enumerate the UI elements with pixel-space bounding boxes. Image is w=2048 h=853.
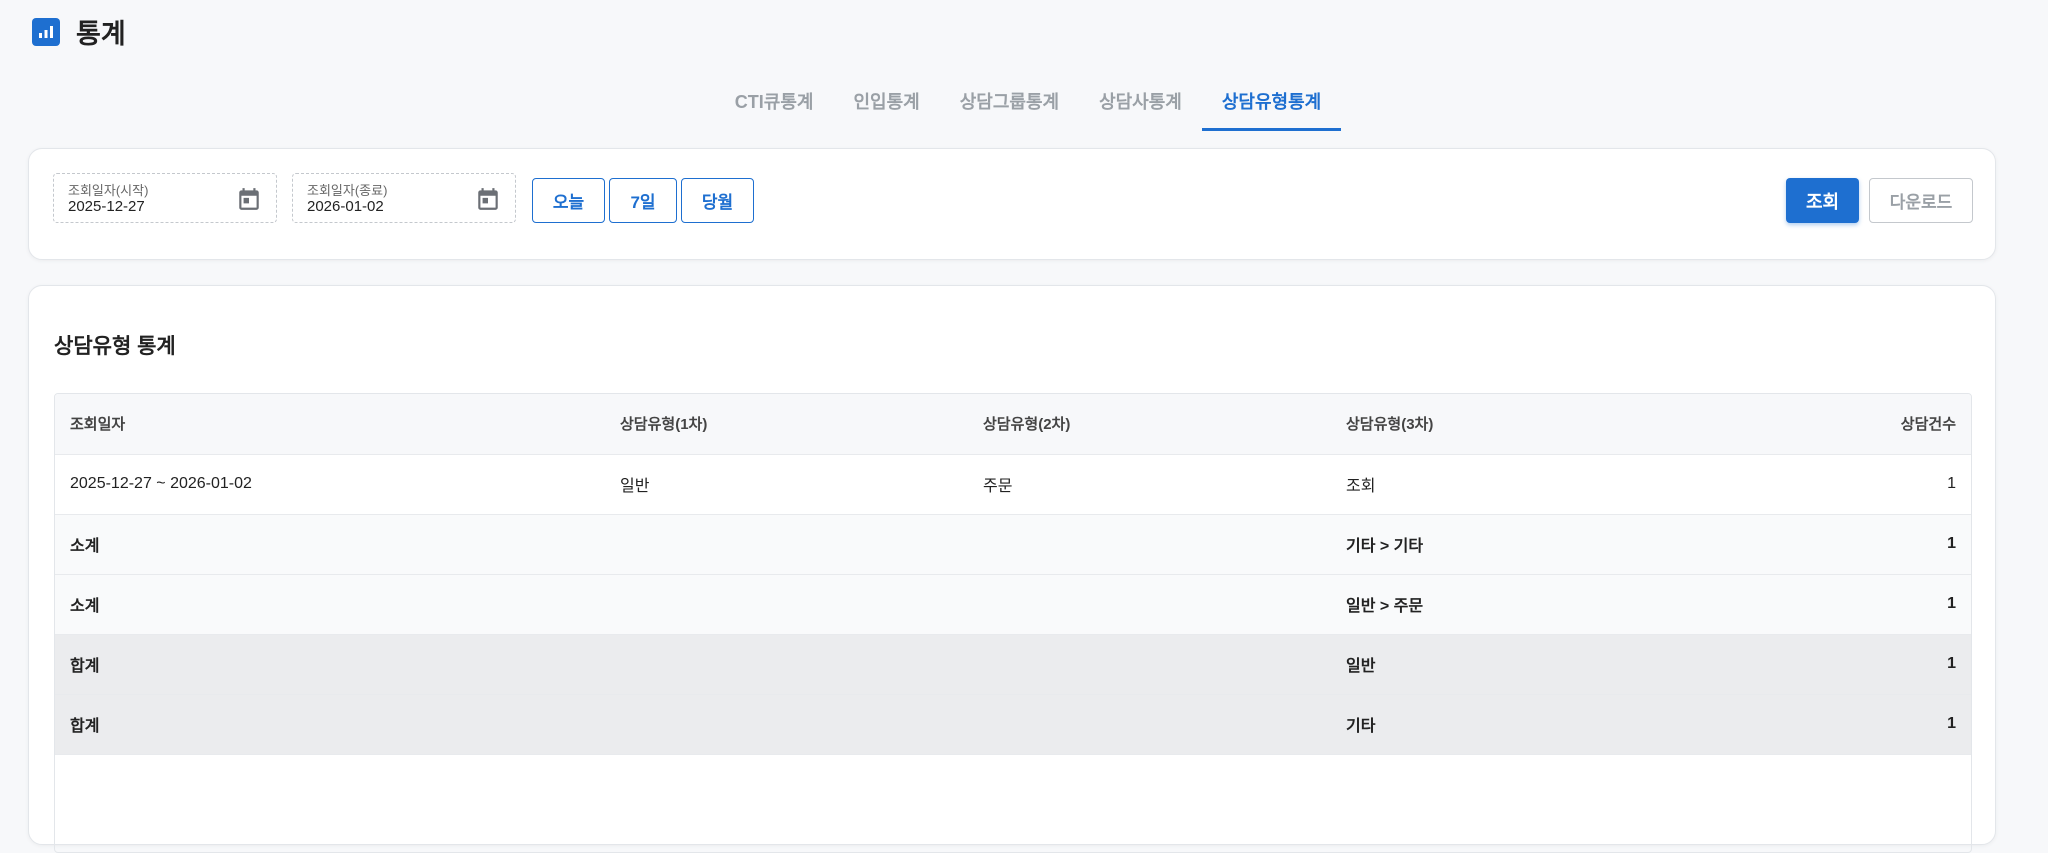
column-header[interactable]: 상담건수 — [1694, 394, 1971, 455]
subtotal-row[interactable]: 소계 기타 > 기타 1 — [55, 514, 1971, 575]
stats-table: 조회일자 상담유형(1차) 상담유형(2차) 상담유형(3차) 상담건수 202… — [55, 394, 1971, 755]
table-cell: 2025-12-27 ~ 2026-01-02 — [55, 454, 605, 515]
bar-chart-icon — [32, 17, 60, 46]
table-cell: 일반 — [1331, 634, 1694, 695]
stats-table-container: 조회일자 상담유형(1차) 상담유형(2차) 상담유형(3차) 상담건수 202… — [54, 393, 1972, 853]
calendar-icon[interactable] — [236, 186, 262, 212]
tab-cti-queue[interactable]: CTI큐통계 — [715, 78, 834, 131]
end-date-label: 조회일자(종료) — [307, 183, 388, 198]
table-cell: 일반 > 주문 — [1331, 574, 1694, 635]
table-cell: 합계 — [55, 694, 605, 755]
table-cell: 조회 — [1331, 454, 1694, 515]
seven-days-button[interactable]: 7일 — [609, 178, 677, 223]
page-title: 통계 — [76, 19, 126, 49]
column-header[interactable]: 조회일자 — [55, 394, 605, 455]
tab-agent[interactable]: 상담사통계 — [1079, 78, 1202, 131]
today-button[interactable]: 오늘 — [532, 178, 605, 223]
table-cell — [968, 514, 1331, 575]
column-header[interactable]: 상담유형(3차) — [1331, 394, 1694, 455]
table-cell — [605, 514, 968, 575]
end-date-input[interactable] — [307, 198, 457, 215]
page-header: 통계 — [32, 12, 126, 51]
table-row[interactable]: 2025-12-27 ~ 2026-01-02 일반 주문 조회 1 — [55, 454, 1971, 515]
column-header[interactable]: 상담유형(2차) — [968, 394, 1331, 455]
start-date-field[interactable]: 조회일자(시작) — [53, 173, 277, 223]
table-cell: 기타 > 기타 — [1331, 514, 1694, 575]
start-date-input[interactable] — [68, 198, 218, 215]
section-title: 상담유형 통계 — [54, 335, 176, 358]
tab-bar: CTI큐통계 인입통계 상담그룹통계 상담사통계 상담유형통계 — [0, 78, 2048, 131]
table-cell: 합계 — [55, 634, 605, 695]
subtotal-row[interactable]: 소계 일반 > 주문 1 — [55, 574, 1971, 635]
table-header-row: 조회일자 상담유형(1차) 상담유형(2차) 상담유형(3차) 상담건수 — [55, 394, 1971, 455]
result-panel: 상담유형 통계 조회일자 상담유형(1차) 상담유형(2차) 상담유형(3차) … — [28, 285, 1996, 853]
total-row[interactable]: 합계 기타 1 — [55, 694, 1971, 755]
total-row[interactable]: 합계 일반 1 — [55, 634, 1971, 695]
start-date-label: 조회일자(시작) — [68, 183, 149, 198]
table-cell — [968, 574, 1331, 635]
table-cell: 1 — [1694, 574, 1971, 635]
table-cell: 1 — [1694, 514, 1971, 575]
column-header[interactable]: 상담유형(1차) — [605, 394, 968, 455]
download-button[interactable]: 다운로드 — [1869, 178, 1973, 223]
table-cell: 1 — [1694, 454, 1971, 515]
table-cell — [968, 634, 1331, 695]
table-cell — [605, 694, 968, 755]
search-button[interactable]: 조회 — [1786, 178, 1859, 223]
tab-consult-type[interactable]: 상담유형통계 — [1201, 78, 1342, 131]
calendar-icon[interactable] — [475, 186, 501, 212]
table-cell: 기타 — [1331, 694, 1694, 755]
table-cell: 소계 — [55, 574, 605, 635]
table-cell: 소계 — [55, 514, 605, 575]
table-cell: 일반 — [605, 454, 968, 515]
table-cell — [605, 574, 968, 635]
tab-group[interactable]: 상담그룹통계 — [940, 78, 1079, 131]
filter-panel: 조회일자(시작) 조회일자(종료) 오늘 7일 당월 조회 다운로드 — [28, 148, 1996, 260]
end-date-field[interactable]: 조회일자(종료) — [292, 173, 516, 223]
table-cell: 1 — [1694, 634, 1971, 695]
table-cell: 주문 — [968, 454, 1331, 515]
table-cell — [968, 694, 1331, 755]
table-cell — [605, 634, 968, 695]
this-month-button[interactable]: 당월 — [681, 178, 754, 223]
tab-inbound[interactable]: 인입통계 — [833, 78, 939, 131]
table-cell: 1 — [1694, 694, 1971, 755]
